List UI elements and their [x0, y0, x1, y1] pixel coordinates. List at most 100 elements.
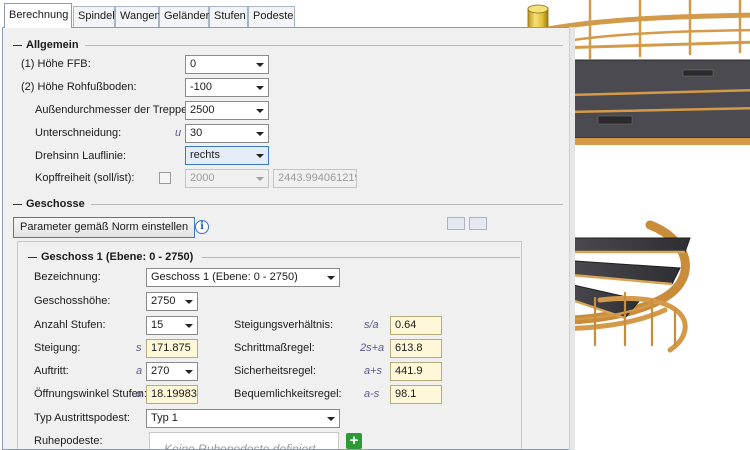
chevron-down-icon — [256, 177, 264, 181]
chevron-down-icon — [327, 276, 335, 280]
label-hoehe-rohfussboden: (2) Höhe Rohfußboden: — [21, 81, 137, 93]
ruhepodeste-placeholder: Keine Ruhepodeste definiert — [164, 442, 316, 450]
label-schrittmassregel: Schrittmaßregel: — [234, 342, 315, 354]
label-bequemlichkeitsregel: Bequemlichkeitsregel: — [234, 388, 342, 400]
panel-scrollbar[interactable] — [569, 27, 575, 450]
kopffreiheit-ist-value: 2443.9940612193 — [278, 172, 356, 184]
section-header-geschosse[interactable]: Geschosse — [13, 197, 85, 211]
label-sicherheitsregel: Sicherheitsregel: — [234, 365, 316, 377]
steigung-value: 171.875 — [151, 342, 191, 354]
symbol-2s-plus-a: 2s+a — [360, 342, 385, 354]
kopffreiheit-ist-field: 2443.9940612193 — [273, 169, 357, 188]
chevron-down-icon — [256, 109, 264, 113]
hoehe-ffb-value: 0 — [190, 58, 197, 70]
kopffreiheit-soll-value: 2000 — [190, 172, 215, 184]
unterschneidung-select[interactable]: 30 — [185, 124, 269, 143]
tab-wangen[interactable]: Wangen — [115, 6, 161, 27]
tab-bar: Berechnung Spindel Wangen Geländer Stufe… — [0, 0, 300, 28]
collapse-icon[interactable] — [13, 44, 22, 46]
chevron-down-icon — [256, 154, 264, 158]
label-kopffreiheit: Kopffreiheit (soll/ist): — [35, 172, 135, 184]
chevron-down-icon — [256, 86, 264, 90]
section-header-geschoss-1[interactable]: Geschoss 1 (Ebene: 0 - 2750) — [28, 250, 193, 264]
ruhepodeste-list[interactable]: Keine Ruhepodeste definiert — [149, 432, 339, 450]
sicherheitsregel-field: 441.9 — [390, 362, 442, 381]
geschosshoehe-select[interactable]: 2750 — [146, 292, 198, 311]
typ-austrittspodest-value: Typ 1 — [151, 412, 178, 424]
aussendurchmesser-select[interactable]: 2500 — [185, 101, 269, 120]
label-anzahl-stufen: Anzahl Stufen: — [34, 319, 106, 331]
info-icon[interactable]: i — [195, 220, 209, 234]
hoehe-rohfussboden-select[interactable]: -100 — [185, 78, 269, 97]
section-title-geschoss-1: Geschoss 1 (Ebene: 0 - 2750) — [41, 251, 194, 263]
section-divider — [85, 45, 563, 46]
symbol-alpha: α — [136, 388, 143, 400]
label-drehsinn: Drehsinn Lauflinie: — [35, 150, 127, 162]
geschoss-1-group: Geschoss 1 (Ebene: 0 - 2750) Bezeichnung… — [17, 241, 522, 450]
symbol-a-minus-s: a-s — [364, 388, 380, 400]
label-typ-austrittspodest: Typ Austrittspodest: — [34, 412, 130, 424]
steigung-field: 171.875 — [146, 339, 198, 358]
symbol-a: a — [136, 365, 143, 377]
anzahl-stufen-value: 15 — [151, 319, 164, 331]
symbol-s: s — [136, 342, 142, 354]
top-landing — [554, 59, 750, 145]
norm-parameter-button-label: Parameter gemäß Norm einstellen — [20, 221, 189, 233]
hoehe-rohfussboden-value: -100 — [190, 81, 213, 93]
section-divider — [202, 257, 520, 258]
tab-stufen[interactable]: Stufen — [209, 6, 248, 27]
level-nav-button[interactable] — [447, 217, 465, 230]
plus-icon[interactable]: + — [346, 433, 362, 449]
drehsinn-select[interactable]: rechts — [185, 146, 269, 165]
geschosshoehe-value: 2750 — [151, 295, 176, 307]
label-steigungsverhaeltnis: Steigungsverhältnis: — [234, 319, 334, 331]
tab-berechnung[interactable]: Berechnung — [4, 3, 72, 28]
label-steigung: Steigung: — [34, 342, 81, 354]
symbol-u: u — [175, 127, 182, 139]
norm-parameter-button[interactable]: Parameter gemäß Norm einstellen — [13, 217, 196, 238]
section-header-allgemein[interactable]: Allgemein — [13, 38, 79, 52]
auftritt-value: 270 — [151, 365, 170, 377]
collapse-icon[interactable] — [28, 256, 37, 258]
staircase-properties-panel: Berechnung Spindel Wangen Geländer Stufe… — [0, 0, 575, 450]
section-title-allgemein: Allgemein — [26, 39, 79, 51]
chevron-down-icon — [256, 63, 264, 67]
tab-spindel[interactable]: Spindel — [73, 6, 115, 27]
label-oeffnungswinkel: Öffnungswinkel Stufen: — [34, 388, 147, 400]
bequemlichkeitsregel-value: 98.1 — [395, 388, 417, 400]
schrittmassregel-value: 613.8 — [395, 342, 423, 354]
bezeichnung-value: Geschoss 1 (Ebene: 0 - 2750) — [151, 271, 298, 283]
hoehe-ffb-select[interactable]: 0 — [185, 55, 269, 74]
label-bezeichnung: Bezeichnung: — [34, 271, 101, 283]
chevron-down-icon — [327, 417, 335, 421]
bequemlichkeitsregel-field: 98.1 — [390, 385, 442, 404]
drehsinn-value: rechts — [190, 149, 220, 161]
label-hoehe-ffb: (1) Höhe FFB: — [21, 58, 91, 70]
steigungsverhaeltnis-value: 0.64 — [395, 319, 417, 331]
schrittmassregel-field: 613.8 — [390, 339, 442, 358]
auftritt-select[interactable]: 270 — [146, 362, 198, 381]
bezeichnung-select[interactable]: Geschoss 1 (Ebene: 0 - 2750) — [146, 268, 340, 287]
anzahl-stufen-select[interactable]: 15 — [146, 316, 198, 335]
tab-content-berechnung: Allgemein (1) Höhe FFB: 0 (2) Höhe Rohfu… — [2, 27, 570, 450]
collapse-icon[interactable] — [13, 203, 22, 205]
kopffreiheit-soll-select[interactable]: 2000 — [185, 169, 269, 188]
sicherheitsregel-value: 441.9 — [395, 365, 423, 377]
label-auftritt: Auftritt: — [34, 365, 69, 377]
typ-austrittspodest-select[interactable]: Typ 1 — [146, 409, 340, 428]
label-aussendurchmesser: Außendurchmesser der Treppe: — [35, 104, 191, 116]
label-geschosshoehe: Geschosshöhe: — [34, 295, 111, 307]
tab-gelaender[interactable]: Geländer — [159, 6, 209, 27]
oeffnungswinkel-field: 18.199835 — [146, 385, 198, 404]
aussendurchmesser-value: 2500 — [190, 104, 215, 116]
tab-podeste[interactable]: Podeste — [248, 6, 295, 27]
symbol-s-over-a: s/a — [364, 319, 379, 331]
chevron-down-icon — [185, 324, 193, 328]
chevron-down-icon — [256, 132, 264, 136]
steigungsverhaeltnis-field: 0.64 — [390, 316, 442, 335]
unterschneidung-value: 30 — [190, 127, 203, 139]
label-unterschneidung: Unterschneidung: — [35, 127, 122, 139]
kopffreiheit-checkbox[interactable] — [159, 172, 171, 184]
oeffnungswinkel-value: 18.199835 — [151, 388, 198, 400]
level-nav-button[interactable] — [469, 217, 487, 230]
